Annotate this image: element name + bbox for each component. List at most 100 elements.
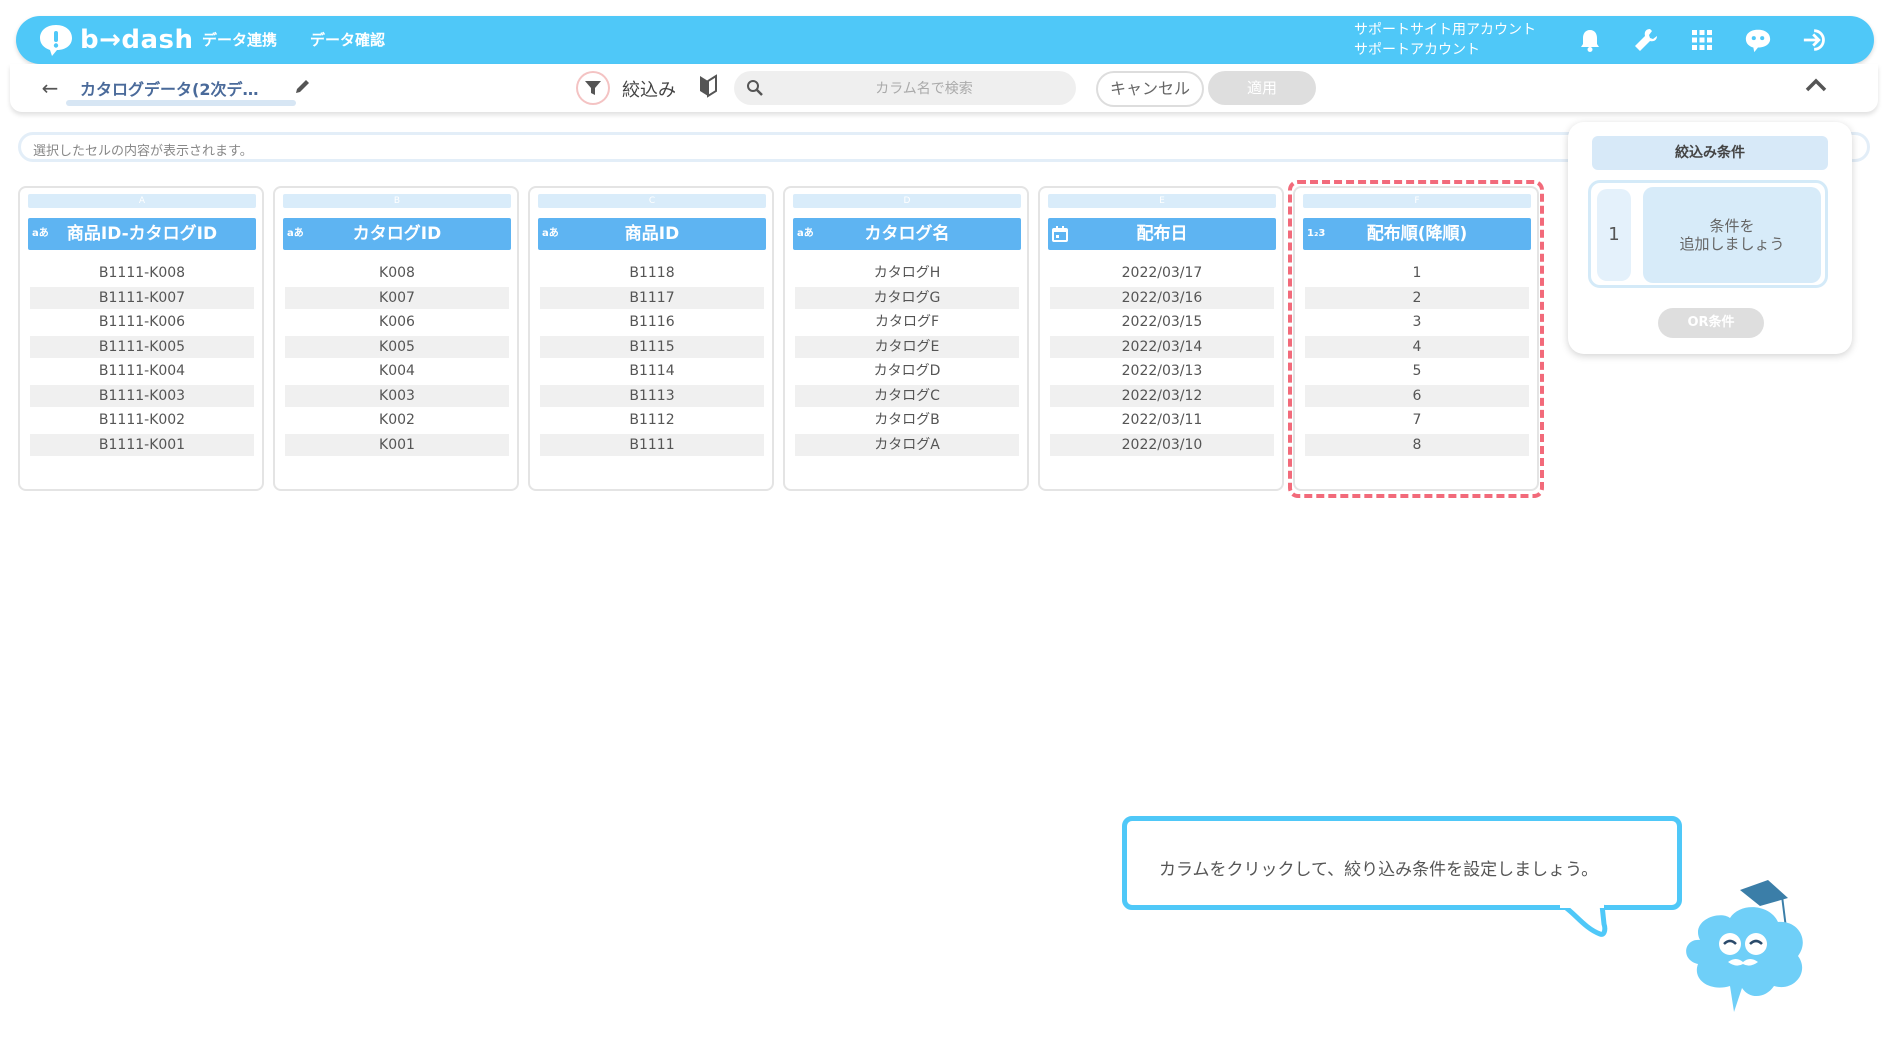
chevron-up-icon[interactable] xyxy=(1804,76,1828,98)
account-info[interactable]: サポートサイト用アカウント サポートアカウント xyxy=(1354,20,1536,60)
guide-tooltip-text: カラムをクリックして、絞り込み条件を設定しましょう。 xyxy=(1159,860,1599,880)
column-e[interactable]: E 配布日 2022/03/17 2022/03/16 2022/03/15 2022/0… xyxy=(1038,186,1284,491)
table-cell[interactable]: B1111-K008 xyxy=(30,262,254,284)
column-a[interactable]: Aaあ 商品ID-カタログID B1111-K008 B1111-K007 B1111-… xyxy=(18,186,264,491)
filter-conditions-panel: 絞込み条件 1 条件を 追加しましょう OR条件 xyxy=(1568,122,1852,354)
column-letter: B xyxy=(283,194,511,208)
column-header[interactable]: aあ カタログID xyxy=(283,218,511,250)
column-letter: D xyxy=(793,194,1021,208)
cell-content-placeholder: 選択したセルの内容が表示されます。 xyxy=(33,144,253,159)
column-b[interactable]: Baあ カタログID K008 K007 K006 K005 K004 K003 K002 K00… xyxy=(273,186,519,491)
app-header: b→dash データ連携 データ確認 サポートサイト用アカウント サポートアカウ… xyxy=(16,16,1874,64)
table-cell[interactable]: K007 xyxy=(285,286,509,309)
table-cell[interactable]: K002 xyxy=(285,409,509,431)
filter-panel-title: 絞込み条件 xyxy=(1592,136,1828,170)
column-name: カタログID xyxy=(352,224,442,244)
pencil-icon[interactable] xyxy=(294,77,312,99)
table-cell[interactable]: 2022/03/15 xyxy=(1050,311,1274,333)
search-icon xyxy=(746,79,764,101)
table-cell[interactable]: カタログH xyxy=(795,262,1019,284)
guide-tooltip: カラムをクリックして、絞り込み条件を設定しましょう。 xyxy=(1122,816,1682,910)
data-title[interactable]: カタログデータ(2次デ… xyxy=(80,76,258,100)
table-cell[interactable]: 2022/03/10 xyxy=(1050,433,1274,456)
beginner-mark-icon[interactable] xyxy=(698,74,718,102)
title-underline xyxy=(66,100,296,106)
table-cell[interactable]: B1111-K006 xyxy=(30,311,254,333)
column-search-input[interactable] xyxy=(782,71,1066,107)
column-d[interactable]: Daあ カタログ名 カタログH カタログG カタログF カタログE カタログD カタログC カタ… xyxy=(783,186,1029,491)
condition-number: 1 xyxy=(1597,189,1631,281)
column-name: 配布日 xyxy=(1136,224,1188,244)
table-cell[interactable]: B1117 xyxy=(540,286,764,309)
table-cell[interactable]: カタログB xyxy=(795,409,1019,431)
table-cell[interactable]: K008 xyxy=(285,262,509,284)
filter-toggle[interactable] xyxy=(578,73,608,103)
apps-grid-icon[interactable] xyxy=(1688,26,1716,54)
table-cell[interactable]: B1111-K007 xyxy=(30,286,254,309)
table-cell[interactable]: 2022/03/16 xyxy=(1050,286,1274,309)
tooltip-tail xyxy=(1560,904,1608,937)
condition-card: 1 条件を 追加しましょう xyxy=(1588,180,1828,288)
logo-bubble-icon xyxy=(40,25,72,56)
table-cell[interactable]: B1111 xyxy=(540,433,764,456)
or-condition-button[interactable]: OR条件 xyxy=(1658,308,1764,338)
chat-bot-icon[interactable] xyxy=(1744,26,1772,54)
table-cell[interactable]: B1111-K001 xyxy=(30,433,254,456)
table-cell[interactable]: B1116 xyxy=(540,311,764,333)
table-cell[interactable]: B1112 xyxy=(540,409,764,431)
table-cell[interactable]: K003 xyxy=(285,384,509,407)
table-cell[interactable]: K001 xyxy=(285,433,509,456)
table-cell[interactable]: カタログC xyxy=(795,384,1019,407)
table-cell[interactable]: K006 xyxy=(285,311,509,333)
add-condition-line2: 追加しましょう xyxy=(1679,235,1785,253)
table-cell[interactable]: B1111-K005 xyxy=(30,335,254,358)
column-header[interactable]: aあ 商品ID-カタログID xyxy=(28,218,256,250)
add-condition-line1: 条件を xyxy=(1709,217,1755,235)
table-cell[interactable]: B1111-K003 xyxy=(30,384,254,407)
account-site-name: サポートサイト用アカウント xyxy=(1354,22,1536,38)
table-cell[interactable]: K005 xyxy=(285,335,509,358)
table-cell[interactable]: B1114 xyxy=(540,360,764,382)
table-cell[interactable]: B1111-K002 xyxy=(30,409,254,431)
column-header[interactable]: aあ 商品ID xyxy=(538,218,766,250)
add-condition-dropzone[interactable]: 条件を 追加しましょう xyxy=(1643,187,1821,283)
table-cell[interactable]: カタログE xyxy=(795,335,1019,358)
table-cell[interactable]: カタログD xyxy=(795,360,1019,382)
filter-label: 絞込み xyxy=(622,80,676,101)
back-arrow-icon[interactable]: ← xyxy=(38,76,62,100)
column-search-box xyxy=(734,71,1076,107)
table-cell[interactable]: B1111-K004 xyxy=(30,360,254,382)
table-cell[interactable]: B1118 xyxy=(540,262,764,284)
column-letter: E xyxy=(1048,194,1276,208)
cancel-button[interactable]: キャンセル xyxy=(1096,71,1204,107)
logo-text: b→dash xyxy=(80,25,194,55)
column-letter: A xyxy=(28,194,256,208)
table-cell[interactable]: 2022/03/12 xyxy=(1050,384,1274,407)
table-cell[interactable]: B1113 xyxy=(540,384,764,407)
table-cell[interactable]: 2022/03/11 xyxy=(1050,409,1274,431)
wrench-icon[interactable] xyxy=(1632,26,1660,54)
nav-data-integration[interactable]: データ連携 xyxy=(202,16,277,64)
table-cell[interactable]: カタログF xyxy=(795,311,1019,333)
table-cell[interactable]: カタログA xyxy=(795,433,1019,456)
mascot-cloud-icon[interactable] xyxy=(1670,880,1820,1020)
bdash-logo[interactable]: b→dash xyxy=(38,22,194,58)
column-header[interactable]: 配布日 xyxy=(1048,218,1276,250)
column-highlight-frame xyxy=(1288,180,1544,498)
toolbar: ← カタログデータ(2次デ… 絞込み キャンセル 適用 xyxy=(10,64,1878,112)
table-cell[interactable]: 2022/03/14 xyxy=(1050,335,1274,358)
table-cell[interactable]: 2022/03/17 xyxy=(1050,262,1274,284)
funnel-icon xyxy=(585,81,601,95)
table-cell[interactable]: カタログG xyxy=(795,286,1019,309)
column-header[interactable]: aあ カタログ名 xyxy=(793,218,1021,250)
nav-data-check[interactable]: データ確認 xyxy=(310,16,385,64)
column-letter: C xyxy=(538,194,766,208)
table-cell[interactable]: 2022/03/13 xyxy=(1050,360,1274,382)
table-cell[interactable]: K004 xyxy=(285,360,509,382)
bell-icon[interactable] xyxy=(1576,26,1604,54)
logout-icon[interactable] xyxy=(1802,26,1830,54)
column-c[interactable]: Caあ 商品ID B1118 B1117 B1116 B1115 B1114 B1113 B11… xyxy=(528,186,774,491)
account-user-name: サポートアカウント xyxy=(1354,42,1480,58)
table-cell[interactable]: B1115 xyxy=(540,335,764,358)
apply-button[interactable]: 適用 xyxy=(1208,71,1316,105)
